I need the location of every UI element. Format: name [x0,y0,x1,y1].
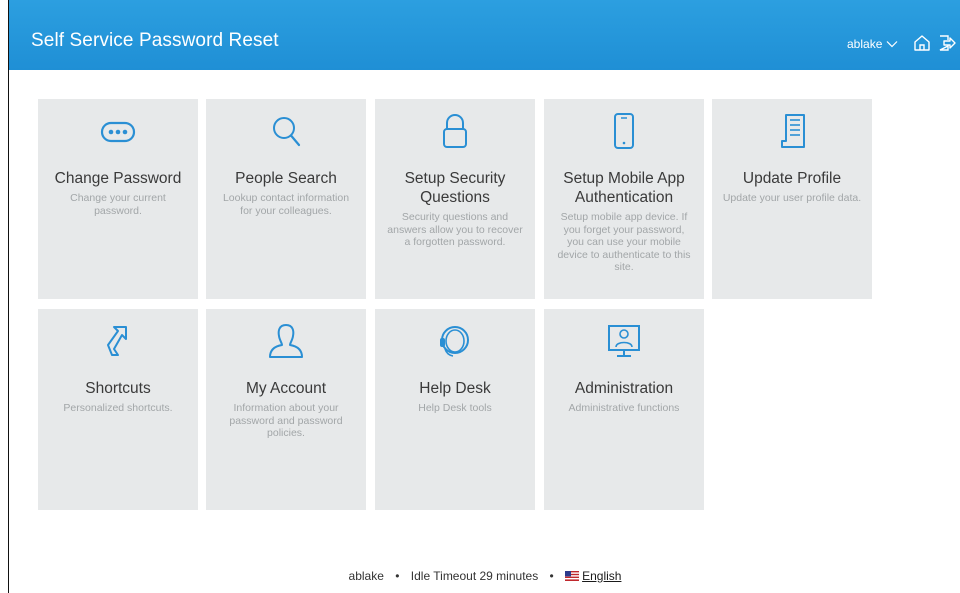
footer-status: ablake • Idle Timeout 29 minutes • Engli… [9,569,960,583]
profile-document-icon [712,111,872,151]
tile-setup-mobile-app-authentication[interactable]: Setup Mobile App Authentication Setup mo… [544,99,704,299]
tile-title: People Search [235,170,337,187]
tile-title: Setup Security Questions [404,170,506,206]
lock-icon [375,111,535,151]
tile-title: Setup Mobile App Authentication [563,170,685,206]
footer-username: ablake [348,569,384,583]
tile-change-password[interactable]: Change Password Change your current pass… [38,99,198,299]
tile-description: Update your user profile data. [722,192,862,204]
user-menu[interactable]: ablake [847,37,898,51]
tile-description: Personalized shortcuts. [63,402,173,414]
tile-description: Setup mobile app device. If you forget y… [557,211,691,273]
tile-description: Lookup contact information for your coll… [222,192,350,217]
tile-shortcuts[interactable]: Shortcuts Personalized shortcuts. [38,309,198,510]
tile-help-desk[interactable]: Help Desk Help Desk tools [375,309,535,510]
admin-monitor-icon [544,321,704,361]
shortcut-arrow-icon [38,321,198,361]
tile-description: Information about your password and pass… [229,402,343,439]
tile-title: Update Profile [742,170,842,187]
tile-description: Change your current password. [70,192,166,217]
tile-my-account[interactable]: My Account Information about your passwo… [206,309,366,510]
us-flag-icon [565,571,580,581]
tile-description: Help Desk tools [418,402,492,414]
tile-people-search[interactable]: People Search Lookup contact information… [206,99,366,299]
language-link[interactable]: English [582,569,621,583]
idle-timeout-text: Idle Timeout 29 minutes [410,569,539,583]
tile-title: My Account [245,380,327,397]
tile-title: Help Desk [419,380,491,397]
header-bar: Self Service Password Reset ablake [9,0,960,70]
tile-setup-security-questions[interactable]: Setup Security Questions Security questi… [375,99,535,299]
tile-description: Administrative functions [568,402,680,414]
tile-administration[interactable]: Administration Administrative functions [544,309,704,510]
app-frame: Self Service Password Reset ablake Chang… [8,0,960,593]
user-icon [206,321,366,361]
chevron-down-icon [886,41,898,48]
tile-title: Change Password [54,170,182,187]
search-icon [206,111,366,151]
headset-icon [375,321,535,361]
tile-update-profile[interactable]: Update Profile Update your user profile … [712,99,872,299]
username-label: ablake [847,37,883,51]
home-icon[interactable] [912,33,932,53]
tile-title: Administration [574,380,674,397]
footer-separator: • [395,569,400,583]
footer-separator: • [549,569,554,583]
app-title: Self Service Password Reset [31,30,279,51]
mobile-phone-icon [544,111,704,151]
password-dots-icon [38,111,198,151]
tile-description: Security questions and answers allow you… [387,211,523,248]
logout-icon[interactable] [937,33,957,53]
tile-title: Shortcuts [85,380,151,397]
